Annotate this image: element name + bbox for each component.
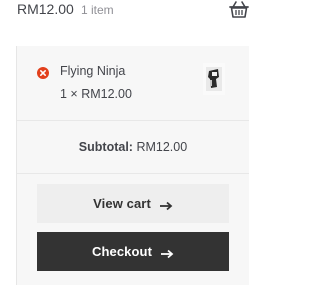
cart-item-quantity-price: 1 × RM12.00 — [60, 87, 132, 101]
checkout-button[interactable]: Checkout — [37, 232, 229, 271]
cart-total-amount[interactable]: RM12.00 — [17, 1, 74, 17]
subtotal-label: Subtotal: — [78, 140, 133, 154]
cart-item: Flying Ninja 1 × RM12.00 — [17, 46, 249, 120]
basket-icon[interactable] — [228, 0, 250, 20]
checkout-label: Checkout — [91, 244, 153, 259]
arrow-right-icon — [160, 247, 174, 258]
cart-item-count[interactable]: 1 item — [81, 3, 114, 17]
view-cart-button[interactable]: View cart — [37, 184, 229, 223]
remove-icon[interactable] — [37, 66, 49, 79]
subtotal-row: Subtotal: RM12.00 — [17, 120, 249, 174]
cart-item-name[interactable]: Flying Ninja — [60, 64, 125, 78]
cart-header[interactable]: RM12.00 1 item — [0, 0, 264, 40]
arrow-right-icon — [159, 199, 173, 210]
product-thumbnail[interactable] — [203, 63, 225, 95]
mini-cart-panel: Flying Ninja 1 × RM12.00 Subtotal: RM12.… — [16, 46, 249, 285]
subtotal-value: RM12.00 — [136, 140, 188, 154]
view-cart-label: View cart — [93, 196, 151, 211]
